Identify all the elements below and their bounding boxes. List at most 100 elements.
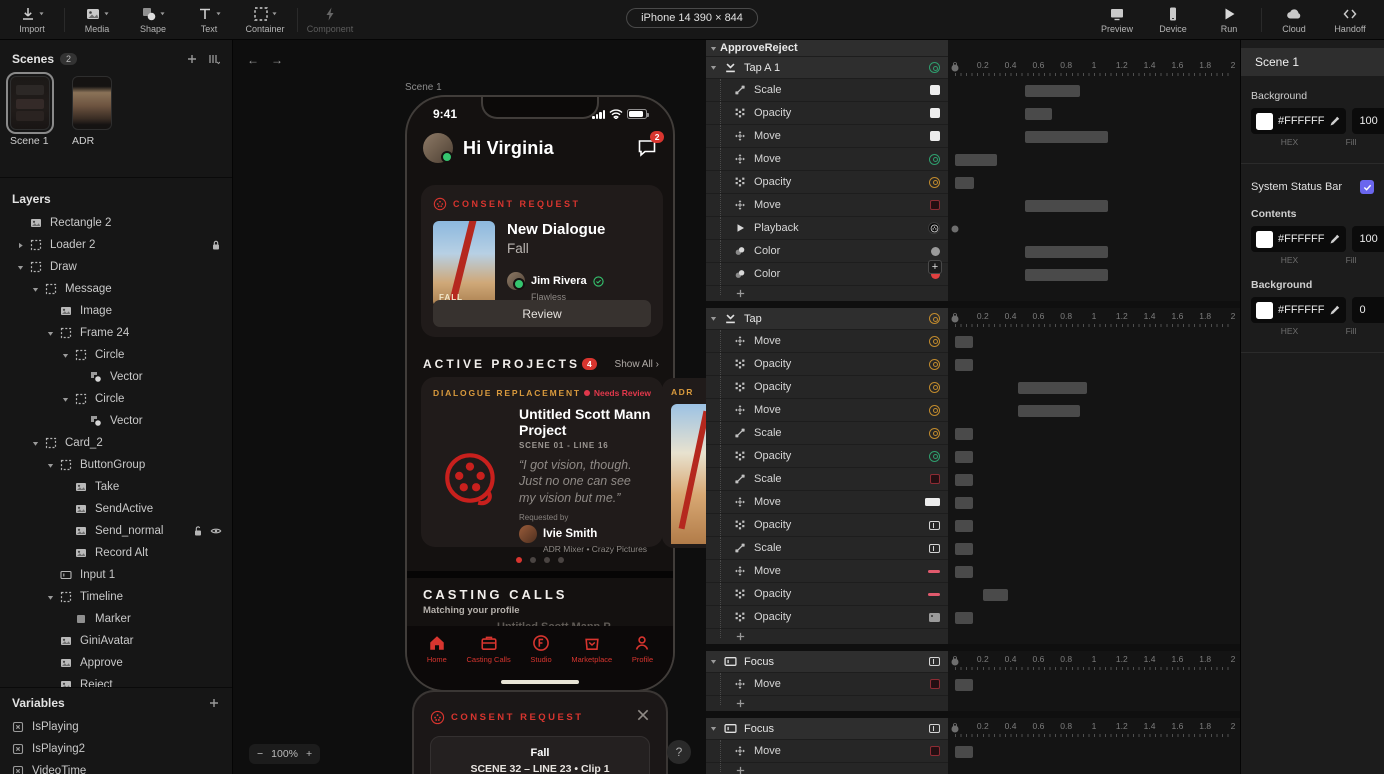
background-fill-field[interactable]: 100 xyxy=(1352,108,1384,134)
add-variable-button[interactable] xyxy=(208,697,220,709)
response-name[interactable]: Color xyxy=(754,268,780,280)
show-all-link[interactable]: Show All › xyxy=(615,359,659,370)
layer-expand-toggle[interactable] xyxy=(57,395,73,404)
contents-fill-field[interactable]: 100 xyxy=(1352,226,1384,252)
trigger-marker[interactable] xyxy=(952,65,959,72)
scene-list-view-button[interactable] xyxy=(208,53,220,65)
zoom-in-button[interactable]: + xyxy=(306,748,312,760)
response-name[interactable]: Opacity xyxy=(754,450,791,462)
response-name[interactable]: Move xyxy=(754,496,781,508)
zoom-level[interactable]: 100% xyxy=(271,748,298,760)
layer-expand-toggle[interactable] xyxy=(27,439,43,448)
timeline-bar[interactable] xyxy=(1018,382,1088,394)
layer-expand-toggle[interactable] xyxy=(12,263,28,272)
tool-import[interactable]: Import xyxy=(4,0,60,40)
layer-expand-toggle[interactable] xyxy=(57,351,73,360)
layer-row[interactable]: Input 1 xyxy=(0,564,232,586)
response-name[interactable]: Scale xyxy=(754,542,782,554)
layer-row[interactable]: Vector xyxy=(0,410,232,432)
plus-icon[interactable] xyxy=(735,288,746,299)
canvas[interactable]: ← → Scene 1 9:41 Hi Virginia 2 xyxy=(233,40,706,774)
close-icon[interactable] xyxy=(636,708,650,722)
layer-row[interactable]: Marker xyxy=(0,608,232,630)
background2-fill-field[interactable]: 0 xyxy=(1352,297,1384,323)
response-name[interactable]: Move xyxy=(754,404,781,416)
plus-icon[interactable] xyxy=(208,697,220,709)
nav-item-profile[interactable]: Profile xyxy=(632,634,653,690)
layer-row[interactable]: Rectangle 2 xyxy=(0,212,232,234)
tool-cloud[interactable]: Cloud xyxy=(1266,0,1322,40)
layer-row[interactable]: GiniAvatar xyxy=(0,630,232,652)
collapse-toggle[interactable] xyxy=(706,657,720,666)
timeline-bar[interactable] xyxy=(955,679,973,691)
help-button[interactable]: ? xyxy=(667,740,691,764)
carousel-dot[interactable] xyxy=(516,557,522,563)
collapse-toggle[interactable] xyxy=(706,724,720,733)
trigger-marker[interactable] xyxy=(952,726,959,733)
trigger-name[interactable]: Tap A 1 xyxy=(744,62,780,74)
response-name[interactable]: Move xyxy=(754,130,781,142)
nav-item-home[interactable]: Home xyxy=(427,634,447,690)
add-response-button[interactable] xyxy=(732,631,748,642)
response-name[interactable]: Move xyxy=(754,153,781,165)
layer-row[interactable]: Circle xyxy=(0,388,232,410)
response-name[interactable]: Scale xyxy=(754,427,782,439)
layer-row[interactable]: Card_2 xyxy=(0,432,232,454)
timeline-bar[interactable] xyxy=(955,451,973,463)
playback-marker[interactable] xyxy=(952,225,959,232)
response-name[interactable]: Move xyxy=(754,335,781,347)
trigger-name[interactable]: Focus xyxy=(744,723,774,735)
response-name[interactable]: Opacity xyxy=(754,611,791,623)
forward-button[interactable]: → xyxy=(267,51,287,69)
system-status-bar-checkbox[interactable] xyxy=(1360,180,1374,194)
background-color-swatch[interactable] xyxy=(1256,113,1273,130)
timeline-bar[interactable] xyxy=(955,746,973,758)
carousel-dot[interactable] xyxy=(544,557,550,563)
response-name[interactable]: Move xyxy=(754,199,781,211)
layer-expand-toggle[interactable] xyxy=(27,285,43,294)
trigger-name[interactable]: Tap xyxy=(744,313,762,325)
collapse-toggle[interactable] xyxy=(706,44,720,53)
layer-row[interactable]: Draw xyxy=(0,256,232,278)
response-name[interactable]: Scale xyxy=(754,473,782,485)
timeline-bar[interactable] xyxy=(955,497,973,509)
eyedropper-icon[interactable] xyxy=(1329,115,1341,127)
layer-row[interactable]: Frame 24 xyxy=(0,322,232,344)
tool-run[interactable]: Run xyxy=(1201,0,1257,40)
response-name[interactable]: Opacity xyxy=(754,107,791,119)
timeline-bar[interactable] xyxy=(1025,108,1053,120)
response-name[interactable]: Playback xyxy=(754,222,799,234)
layer-row[interactable]: Message xyxy=(0,278,232,300)
timeline-bar[interactable] xyxy=(955,336,973,348)
eyedropper-icon[interactable] xyxy=(1329,304,1341,316)
layer-row[interactable]: Loader 2 xyxy=(0,234,232,256)
tool-handoff[interactable]: Handoff xyxy=(1322,0,1378,40)
layer-row[interactable]: Circle xyxy=(0,344,232,366)
timeline-bar[interactable] xyxy=(1025,85,1081,97)
timeline-bar[interactable] xyxy=(983,589,1008,601)
tool-shape[interactable]: Shape xyxy=(125,0,181,40)
timeline-bar[interactable] xyxy=(955,612,973,624)
layer-row[interactable]: Take xyxy=(0,476,232,498)
response-name[interactable]: Opacity xyxy=(754,519,791,531)
scene-thumbnail-scene-1[interactable]: Scene 1 xyxy=(10,76,58,147)
scene-thumbnail-adr[interactable]: ADR xyxy=(72,76,120,147)
response-name[interactable]: Move xyxy=(754,678,781,690)
back-button[interactable]: ← xyxy=(243,51,263,69)
carousel-dot[interactable] xyxy=(558,557,564,563)
user-avatar[interactable] xyxy=(423,133,453,163)
carousel-dot[interactable] xyxy=(530,557,536,563)
response-name[interactable]: Move xyxy=(754,745,781,757)
tool-media[interactable]: Media xyxy=(69,0,125,40)
plus-icon[interactable] xyxy=(735,765,746,774)
zoom-out-button[interactable]: − xyxy=(257,748,263,760)
scene-canvas-label[interactable]: Scene 1 xyxy=(405,82,442,93)
contents-color-swatch[interactable] xyxy=(1256,231,1273,248)
add-response-button[interactable] xyxy=(732,765,748,774)
eyedropper-icon[interactable] xyxy=(1329,233,1341,245)
layer-row[interactable]: Image xyxy=(0,300,232,322)
tool-component[interactable]: Component xyxy=(302,0,358,40)
trigger-marker[interactable] xyxy=(952,316,959,323)
plus-icon[interactable] xyxy=(186,53,198,65)
layer-row[interactable]: Timeline xyxy=(0,586,232,608)
